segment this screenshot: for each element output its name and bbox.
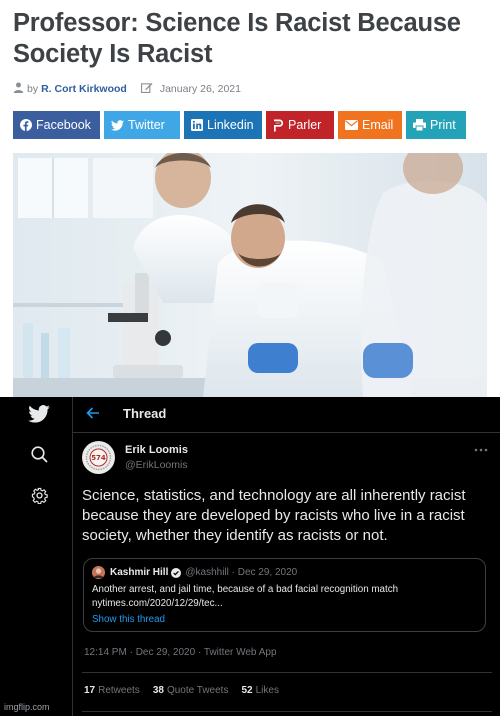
- byline: by R. Cort Kirkwood January 26, 2021: [13, 81, 241, 97]
- user-icon: [13, 82, 24, 96]
- quote-text: Another arrest, and jail time, because o…: [92, 583, 477, 611]
- printer-icon: [413, 119, 426, 131]
- imgflip-watermark: imgflip.com: [4, 702, 50, 712]
- lab-photo: [13, 153, 487, 397]
- tweet-stats: 17 Retweets 38 Quote Tweets 52 Likes: [84, 685, 292, 696]
- quote-header: Kashmir Hill @kashhill · Dec 29, 2020: [92, 566, 297, 579]
- tweet-text: Science, statistics, and technology are …: [82, 487, 466, 544]
- tweet-timestamp[interactable]: 12:14 PM · Dec 29, 2020 · Twitter Web Ap…: [84, 647, 277, 658]
- twitter-share-button[interactable]: Twitter: [104, 111, 180, 139]
- quote-tweets-count: 38: [152, 685, 164, 696]
- parler-icon: [273, 119, 284, 132]
- quote-meta: @kashhill · Dec 29, 2020: [185, 567, 298, 578]
- retweets-count: 17: [84, 685, 96, 696]
- facebook-share-button[interactable]: Facebook: [13, 111, 100, 139]
- share-bar: Facebook Twitter Linkedin Parler Email P…: [13, 111, 466, 139]
- quoted-tweet[interactable]: Kashmir Hill @kashhill · Dec 29, 2020 An…: [83, 558, 486, 632]
- linkedin-share-button[interactable]: Linkedin: [184, 111, 262, 139]
- parler-share-button[interactable]: Parler: [266, 111, 334, 139]
- thread-column: Thread 574 Erik Loomis @ErikLoomis Scien…: [73, 397, 500, 716]
- divider: [82, 672, 492, 673]
- author-name[interactable]: Erik Loomis: [125, 444, 188, 456]
- facebook-label: Facebook: [36, 118, 91, 132]
- author-handle[interactable]: @ErikLoomis: [125, 459, 188, 471]
- linkedin-label: Linkedin: [207, 118, 254, 132]
- avatar-label: 574: [91, 454, 106, 462]
- email-label: Email: [362, 118, 394, 132]
- article-section: Professor: Science Is Racist Because Soc…: [0, 0, 500, 397]
- divider: [82, 711, 492, 712]
- edit-icon: [140, 82, 153, 96]
- retweets-label: Retweets: [98, 685, 140, 696]
- likes-label: Likes: [255, 685, 279, 696]
- avatar[interactable]: 574: [82, 441, 115, 474]
- author-link[interactable]: R. Cort Kirkwood: [41, 83, 127, 95]
- thread-title: Thread: [123, 406, 167, 421]
- quote-author-name: Kashmir Hill: [110, 567, 169, 578]
- print-button[interactable]: Print: [406, 111, 466, 139]
- likes-count: 52: [241, 685, 253, 696]
- parler-label: Parler: [288, 118, 322, 132]
- quote-text-line: Another arrest, and jail time, because o…: [92, 584, 399, 595]
- show-thread-link[interactable]: Show this thread: [92, 614, 165, 625]
- more-icon[interactable]: [474, 443, 488, 455]
- quote-link[interactable]: nytimes.com/2020/12/29/tec...: [92, 597, 477, 611]
- thread-header: Thread: [73, 397, 500, 433]
- likes-stat[interactable]: 52 Likes: [241, 685, 278, 696]
- linkedin-icon: [191, 119, 203, 131]
- quote-tweets-stat[interactable]: 38 Quote Tweets: [153, 685, 229, 696]
- retweets-stat[interactable]: 17 Retweets: [84, 685, 140, 696]
- search-icon[interactable]: [31, 446, 48, 468]
- back-arrow-icon[interactable]: [86, 406, 100, 425]
- verified-badge-icon: [171, 567, 182, 578]
- print-label: Print: [430, 118, 456, 132]
- gear-icon[interactable]: [31, 487, 48, 509]
- twitter-bird-icon: [111, 119, 124, 131]
- quote-tweets-label: Quote Tweets: [166, 685, 229, 696]
- byline-by: by: [27, 83, 39, 95]
- twitter-label: Twitter: [128, 118, 165, 132]
- publish-date: January 26, 2021: [159, 83, 241, 95]
- email-share-button[interactable]: Email: [338, 111, 402, 139]
- twitter-nav-rail: [0, 397, 72, 716]
- twitter-screenshot: Thread 574 Erik Loomis @ErikLoomis Scien…: [0, 397, 500, 716]
- article-headline: Professor: Science Is Racist Because Soc…: [13, 9, 461, 68]
- quote-avatar: [92, 566, 105, 579]
- envelope-icon: [345, 120, 358, 130]
- twitter-logo-icon[interactable]: [28, 405, 50, 428]
- facebook-icon: [20, 119, 32, 131]
